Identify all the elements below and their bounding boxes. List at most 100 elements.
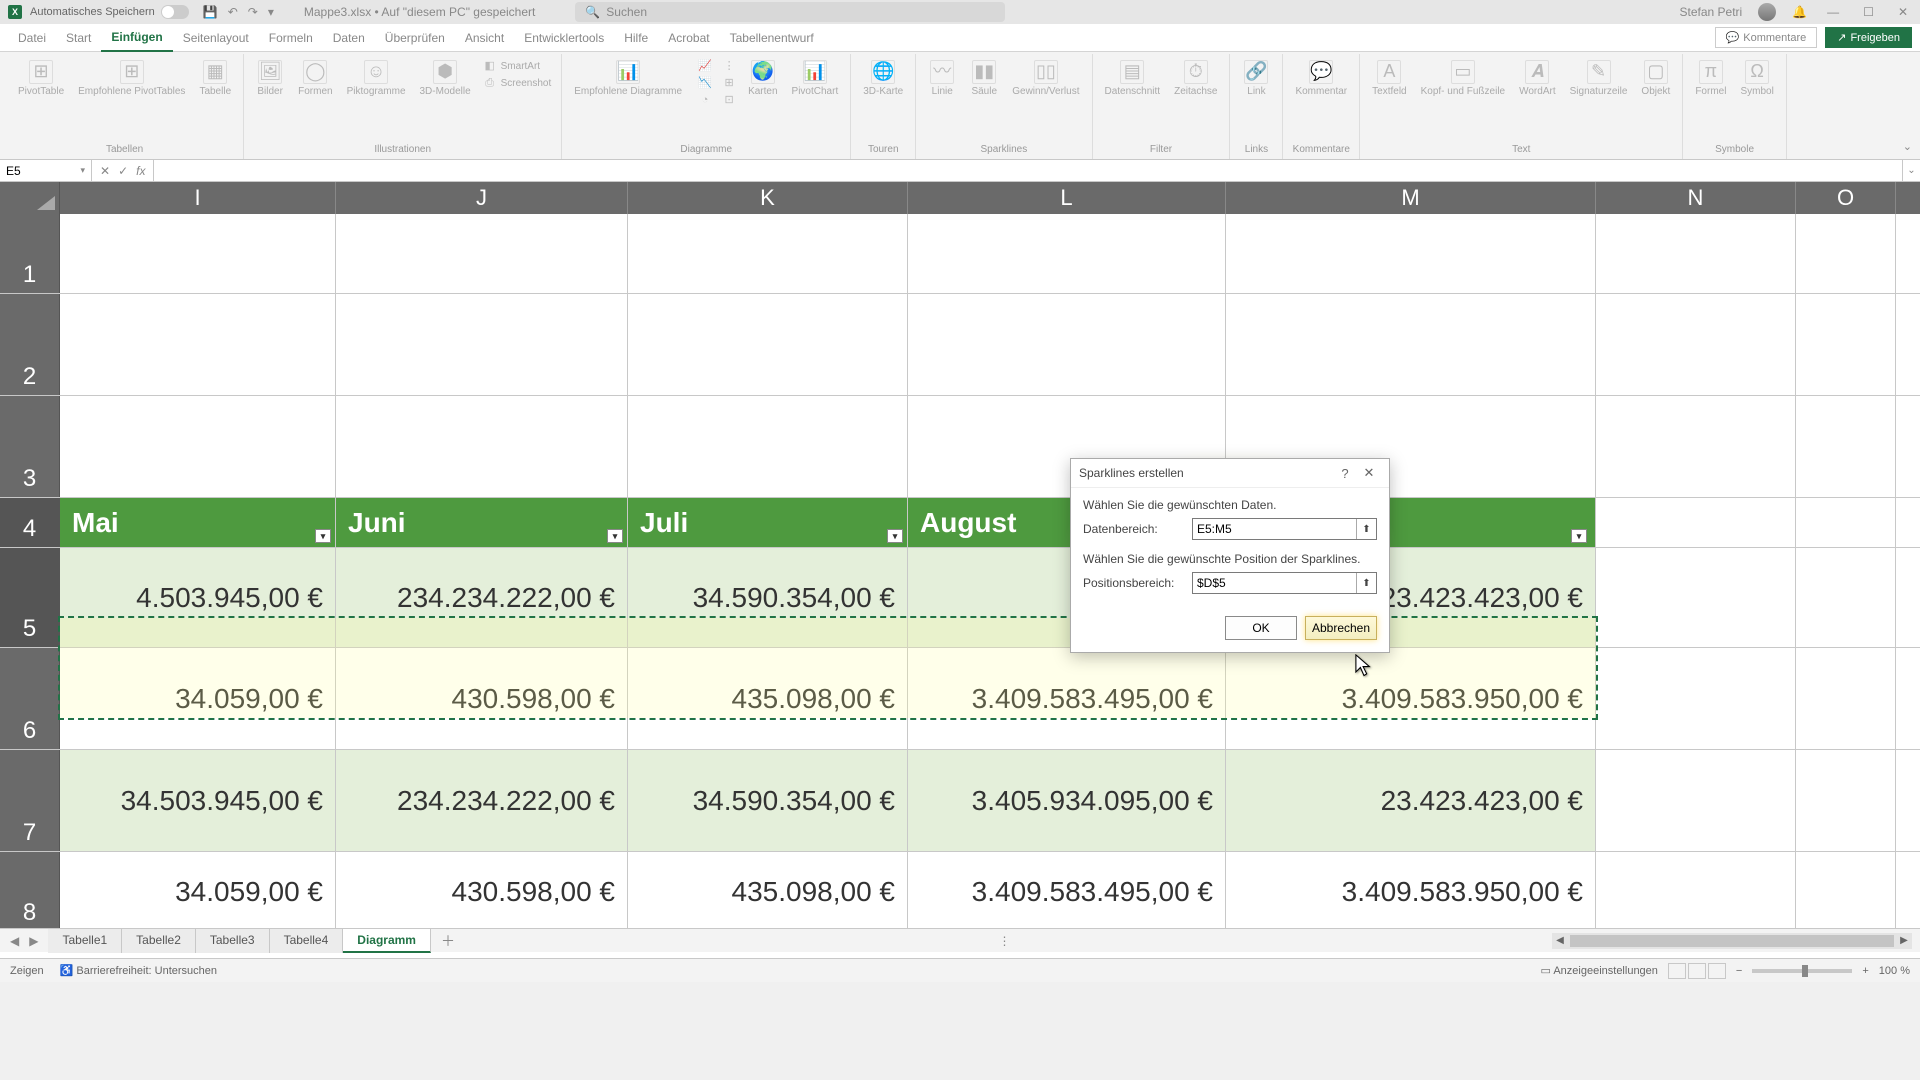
pivotchart-button[interactable]: 📊PivotChart [786, 58, 845, 99]
cell[interactable]: 34.059,00 € [60, 852, 336, 931]
zoom-slider[interactable] [1752, 969, 1852, 973]
cell[interactable] [908, 294, 1226, 395]
autosave-toggle[interactable]: Automatisches Speichern [30, 5, 189, 19]
sheet-prev-icon[interactable]: ◀ [10, 934, 19, 948]
sheet-tab[interactable]: Tabelle1 [48, 929, 122, 953]
recommended-pivot-button[interactable]: ⊞Empfohlene PivotTables [72, 58, 191, 99]
chart-type-icon[interactable]: ⊡ [718, 92, 740, 108]
cell[interactable] [1796, 548, 1896, 647]
fx-icon[interactable]: fx [136, 164, 145, 178]
chart-type-icon[interactable]: ⋮ [718, 58, 740, 74]
row-header[interactable]: 6 [0, 648, 60, 749]
cell[interactable] [1796, 396, 1896, 497]
cell[interactable]: 34.590.354,00 € [628, 548, 908, 647]
slicer-button[interactable]: ▤Datenschnitt [1099, 58, 1167, 99]
accessibility-status[interactable]: ♿ Barrierefreiheit: Untersuchen [60, 964, 217, 977]
cancel-button[interactable]: Abbrechen [1305, 616, 1377, 640]
filter-icon[interactable]: ▾ [887, 529, 903, 543]
avatar[interactable] [1758, 3, 1776, 21]
column-header[interactable]: M [1226, 182, 1596, 214]
cell[interactable] [1226, 294, 1596, 395]
add-sheet-button[interactable]: ＋ [431, 931, 465, 951]
horizontal-scrollbar[interactable]: ◀ ▶ [1552, 933, 1912, 949]
column-header[interactable]: I [60, 182, 336, 214]
header-cell[interactable]: Mai▾ [60, 498, 336, 547]
zoom-out-icon[interactable]: − [1736, 965, 1742, 977]
chart-type-icon[interactable]: 📈 [694, 58, 716, 74]
cell[interactable] [1796, 852, 1896, 931]
maps-button[interactable]: 🌍Karten [742, 58, 783, 99]
zoom-in-icon[interactable]: + [1862, 965, 1868, 977]
row-header[interactable]: 5 [0, 548, 60, 647]
cell[interactable] [908, 214, 1226, 293]
cell[interactable] [336, 396, 628, 497]
object-button[interactable]: ▢Objekt [1635, 58, 1676, 99]
cell[interactable]: 3.409.583.495,00 € [908, 852, 1226, 931]
row-header[interactable]: 3 [0, 396, 60, 497]
cell[interactable] [1596, 396, 1796, 497]
toggle-off-icon[interactable] [161, 5, 189, 19]
equation-button[interactable]: πFormel [1689, 58, 1732, 99]
scroll-left-icon[interactable]: ◀ [1552, 935, 1568, 946]
cell[interactable] [336, 294, 628, 395]
sheet-tab[interactable]: Diagramm [343, 929, 431, 953]
cell[interactable]: 435.098,00 € [628, 852, 908, 931]
cell[interactable]: 435.098,00 € [628, 648, 908, 749]
undo-icon[interactable]: ↶ [228, 5, 238, 19]
data-range-input[interactable] [1193, 519, 1356, 539]
range-selector-icon[interactable]: ⬆ [1356, 573, 1376, 593]
enter-formula-icon[interactable]: ✓ [118, 164, 128, 178]
display-settings-button[interactable]: ▭ Anzeigeeinstellungen [1540, 964, 1657, 977]
cell[interactable]: 3.409.583.950,00 € [1226, 648, 1596, 749]
cell[interactable] [1596, 294, 1796, 395]
sheet-next-icon[interactable]: ▶ [29, 934, 38, 948]
cell[interactable]: 4.503.945,00 € [60, 548, 336, 647]
cell[interactable] [1796, 648, 1896, 749]
tab-daten[interactable]: Daten [323, 25, 375, 51]
notifications-icon[interactable]: 🔔 [1792, 5, 1807, 19]
cell[interactable]: 34.503.945,00 € [60, 750, 336, 851]
chart-type-icon[interactable]: ⊞ [718, 75, 740, 91]
cell[interactable] [1796, 214, 1896, 293]
cell[interactable]: 23.423.423,00 € [1226, 750, 1596, 851]
scroll-right-icon[interactable]: ▶ [1896, 935, 1912, 946]
wordart-button[interactable]: 𝑨WordArt [1513, 58, 1562, 99]
screenshot-button[interactable]: ⎙Screenshot [479, 75, 556, 91]
filter-icon[interactable]: ▾ [1571, 529, 1587, 543]
ok-button[interactable]: OK [1225, 616, 1297, 640]
select-all-corner[interactable] [0, 182, 60, 214]
chart-type-icon[interactable]: ◔ [694, 92, 716, 108]
textbox-button[interactable]: ATextfeld [1366, 58, 1412, 99]
row-header[interactable]: 2 [0, 294, 60, 395]
tab-hilfe[interactable]: Hilfe [614, 25, 658, 51]
column-header[interactable]: O [1796, 182, 1896, 214]
cell[interactable] [1596, 548, 1796, 647]
icons-button[interactable]: ☺Piktogramme [341, 58, 412, 99]
cell[interactable] [1596, 750, 1796, 851]
cell[interactable] [1596, 648, 1796, 749]
cell[interactable]: 430.598,00 € [336, 852, 628, 931]
cell[interactable] [1796, 750, 1896, 851]
cell[interactable]: 234.234.222,00 € [336, 750, 628, 851]
shapes-button[interactable]: ◯Formen [292, 58, 338, 99]
qa-dropdown-icon[interactable]: ▾ [268, 5, 274, 19]
cell[interactable]: 430.598,00 € [336, 648, 628, 749]
sparkline-winloss-button[interactable]: ▯▯Gewinn/Verlust [1006, 58, 1085, 99]
share-button[interactable]: ↗ Freigeben [1825, 27, 1912, 48]
collapse-ribbon-icon[interactable]: ⌄ [1903, 140, 1912, 153]
tab-ansicht[interactable]: Ansicht [455, 25, 514, 51]
chevron-down-icon[interactable]: ▾ [80, 165, 85, 176]
spreadsheet-grid[interactable]: I J K L M N O 1 2 3 4 Mai▾ Juni▾ Juli▾ A… [0, 182, 1920, 982]
comment-button[interactable]: 💬Kommentar [1289, 58, 1353, 99]
cell[interactable] [1796, 294, 1896, 395]
position-range-input[interactable] [1193, 573, 1356, 593]
tab-formeln[interactable]: Formeln [259, 25, 323, 51]
cell[interactable]: 3.409.583.495,00 € [908, 648, 1226, 749]
cell[interactable] [336, 214, 628, 293]
3d-models-button[interactable]: ⬢3D-Modelle [414, 58, 477, 99]
tab-tabellenentwurf[interactable]: Tabellenentwurf [720, 25, 824, 51]
pictures-button[interactable]: 🖼Bilder [250, 58, 290, 99]
cell[interactable] [1796, 498, 1896, 547]
sheet-tab[interactable]: Tabelle3 [196, 929, 270, 953]
zoom-level[interactable]: 100 % [1879, 965, 1910, 977]
